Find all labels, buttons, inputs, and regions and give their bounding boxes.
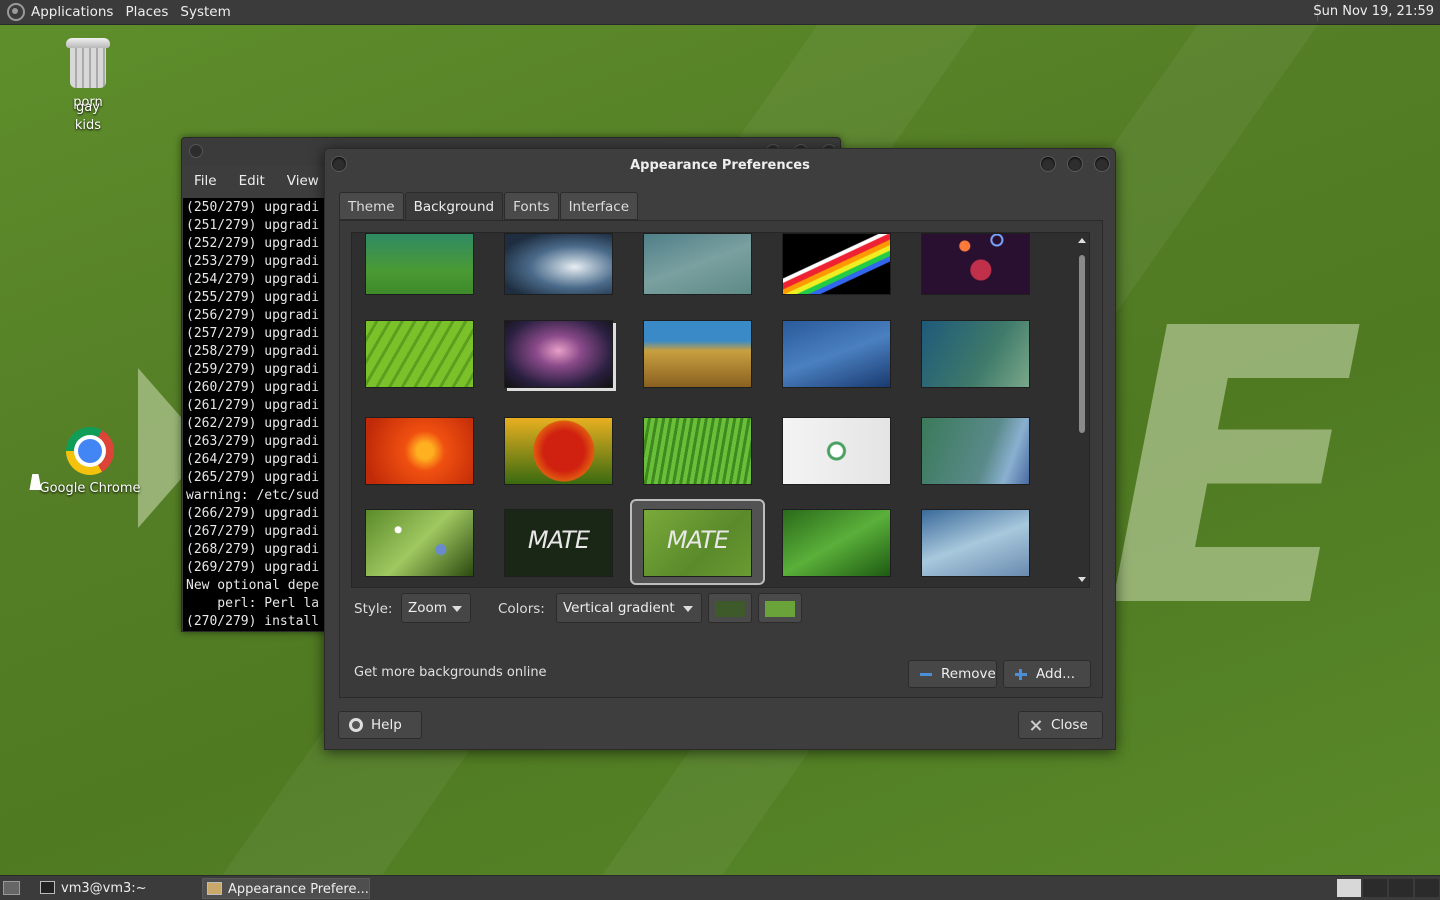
wallpaper-thumbnail[interactable] (365, 509, 474, 577)
wallpaper-thumbnail[interactable] (504, 233, 613, 295)
remove-button-label: Remove (941, 666, 996, 682)
wallpaper-thumbnail[interactable] (365, 233, 474, 295)
background-tab-panel: MATE MATE (339, 220, 1103, 698)
style-label: Style: (354, 601, 393, 617)
wallpaper-thumbnail[interactable] (365, 417, 474, 485)
dialog-title: Appearance Preferences (630, 158, 810, 173)
appearance-preferences-dialog: Appearance Preferences Theme Background … (324, 148, 1116, 750)
workspace-4[interactable] (1415, 879, 1439, 897)
colors-combo[interactable]: Vertical gradient (556, 593, 702, 623)
colors-combo-value: Vertical gradient (563, 600, 675, 616)
menu-system[interactable]: System (180, 4, 230, 20)
chrome-label: Google Chrome (39, 481, 141, 496)
scrollbar-thumb[interactable] (1079, 255, 1085, 433)
appearance-icon (207, 882, 222, 895)
secondary-color-swatch (765, 601, 795, 617)
wallpaper-logo-letter: E (1105, 248, 1365, 691)
tab-bar: Theme Background Fonts Interface (339, 192, 639, 220)
wallpaper-thumbnail[interactable] (365, 320, 474, 388)
taskbar-item-terminal[interactable]: vm3@vm3:~ (36, 878, 196, 899)
window-menu-icon[interactable] (189, 144, 203, 158)
chevron-down-icon (452, 606, 462, 612)
wallpaper-thumbnail[interactable] (504, 320, 613, 388)
workspace-1[interactable] (1337, 879, 1361, 897)
trash-desktop-icon[interactable]: porn gay kids (56, 34, 120, 133)
close-icon (1029, 718, 1043, 732)
minus-icon (919, 667, 933, 681)
menu-applications[interactable]: Applications (31, 4, 113, 20)
wallpaper-thumbnail[interactable]: MATE (504, 509, 613, 577)
colors-label: Colors: (498, 601, 545, 617)
style-combo-value: Zoom (408, 600, 447, 616)
wallpaper-thumbnail[interactable] (921, 320, 1030, 388)
primary-color-swatch (715, 601, 745, 617)
close-icon[interactable] (1094, 156, 1110, 172)
mate-logo-icon[interactable] (7, 3, 25, 21)
terminal-icon (40, 881, 55, 894)
chrome-icon (66, 427, 114, 475)
trash-label-line: kids (74, 118, 102, 133)
help-button-label: Help (371, 717, 402, 733)
scroll-down-icon[interactable] (1078, 577, 1086, 582)
help-icon (349, 718, 363, 732)
style-combo[interactable]: Zoom (401, 593, 471, 623)
workspace-3[interactable] (1389, 879, 1413, 897)
trash-label-line: gay (76, 100, 100, 115)
wallpaper-gallery[interactable]: MATE MATE (351, 232, 1090, 588)
get-more-backgrounds-link[interactable]: Get more backgrounds online (354, 665, 547, 680)
terminal-menu-file[interactable]: File (194, 173, 217, 189)
secondary-color-button[interactable] (758, 593, 802, 623)
scroll-up-icon[interactable] (1078, 238, 1086, 243)
minimize-icon[interactable] (1040, 156, 1056, 172)
close-button-label: Close (1051, 717, 1088, 733)
terminal-menu-view[interactable]: View (287, 173, 319, 189)
wallpaper-thumbnail[interactable] (921, 233, 1030, 295)
wallpaper-thumbnail[interactable] (643, 320, 752, 388)
help-button[interactable]: Help (338, 711, 422, 739)
chevron-down-icon (683, 606, 693, 612)
top-panel: Applications Places System Sun Nov 19, 2… (0, 0, 1440, 25)
workspace-2[interactable] (1363, 879, 1387, 897)
remove-button[interactable]: Remove (908, 660, 997, 688)
wallpaper-thumbnail[interactable] (782, 233, 891, 295)
wallpaper-thumbnail[interactable] (782, 320, 891, 388)
tab-theme[interactable]: Theme (339, 192, 404, 220)
wallpaper-thumbnail[interactable] (782, 509, 891, 577)
tab-background[interactable]: Background (404, 192, 504, 220)
wallpaper-thumbnail[interactable] (643, 417, 752, 485)
terminal-menu-edit[interactable]: Edit (239, 173, 265, 189)
mate-thumb-text: MATE (527, 526, 590, 554)
taskbar-item-label: Appearance Prefere... (228, 882, 369, 897)
close-button[interactable]: Close (1018, 711, 1103, 739)
tab-fonts[interactable]: Fonts (504, 192, 559, 220)
wallpaper-thumbnail[interactable] (643, 233, 752, 295)
wallpaper-thumbnail-selected[interactable]: MATE (643, 509, 752, 577)
add-button-label: Add... (1036, 666, 1076, 682)
mate-thumb-text: MATE (666, 526, 729, 554)
taskbar-item-appearance[interactable]: Appearance Prefere... (202, 878, 370, 899)
plus-icon (1014, 667, 1028, 681)
trash-icon (66, 34, 110, 90)
wallpaper-thumbnail[interactable] (921, 417, 1030, 485)
add-button[interactable]: Add... (1003, 660, 1091, 688)
wallpaper-thumbnail[interactable] (504, 417, 613, 485)
chrome-desktop-icon[interactable]: Google Chrome (38, 427, 142, 496)
menu-places[interactable]: Places (125, 4, 168, 20)
wallpaper-thumbnail[interactable] (921, 509, 1030, 577)
bottom-panel: vm3@vm3:~ Appearance Prefere... (0, 875, 1440, 900)
clock[interactable]: Sun Nov 19, 21:59 (1313, 4, 1434, 19)
taskbar-item-label: vm3@vm3:~ (61, 881, 147, 896)
maximize-icon[interactable] (1067, 156, 1083, 172)
show-desktop-icon[interactable] (3, 881, 20, 895)
wallpaper-thumbnail[interactable] (782, 417, 891, 485)
tab-interface[interactable]: Interface (559, 192, 639, 220)
primary-color-button[interactable] (708, 593, 752, 623)
gallery-scrollbar[interactable] (1075, 233, 1089, 587)
